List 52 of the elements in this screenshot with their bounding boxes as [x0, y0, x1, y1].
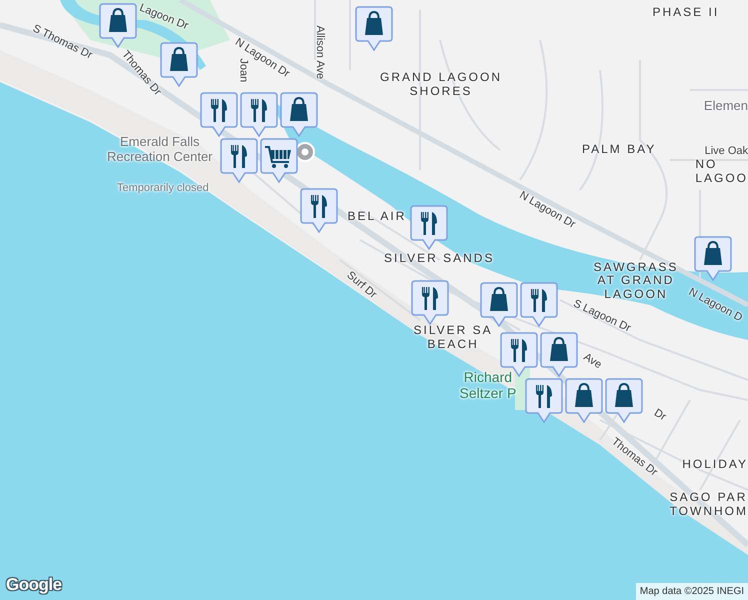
map-marker[interactable]	[160, 42, 198, 88]
map-marker[interactable]	[694, 236, 732, 282]
shopping-bag-icon	[365, 11, 383, 35]
area-label: PALM BAY	[582, 143, 656, 157]
fork-knife-icon	[511, 339, 527, 362]
map-marker[interactable]	[520, 282, 558, 328]
shopping-bag-icon	[109, 8, 127, 32]
area-label: SAGO PAR TOWNHOM	[670, 491, 748, 519]
fork-knife-icon	[251, 99, 267, 122]
shopping-bag-icon	[550, 337, 568, 361]
fork-knife-icon	[231, 145, 247, 168]
map-marker[interactable]	[220, 138, 258, 184]
street-label: Ave	[580, 350, 604, 372]
map-marker[interactable]	[280, 92, 318, 138]
shopping-bag-icon	[704, 241, 722, 265]
shopping-bag-icon	[490, 287, 508, 311]
fork-knife-icon	[531, 289, 547, 312]
shopping-bag-icon	[615, 383, 633, 407]
map-marker[interactable]	[540, 332, 578, 378]
street-label: Live Oak	[704, 144, 748, 158]
place-label: Elemen	[704, 98, 748, 114]
area-label: GRAND LAGOON SHORES	[380, 71, 502, 99]
fork-knife-icon	[421, 212, 437, 235]
map-marker[interactable]	[410, 205, 448, 251]
map-marker[interactable]	[525, 378, 563, 424]
fork-knife-icon	[211, 99, 227, 122]
area-label: BEL AIR	[348, 210, 406, 224]
area-label: NO LAGOO	[695, 158, 748, 186]
shopping-bag-icon	[170, 47, 188, 71]
map-marker[interactable]	[565, 378, 603, 424]
fork-knife-icon	[311, 195, 327, 218]
map-marker[interactable]	[355, 6, 393, 52]
street-label: Allison Ave	[313, 25, 326, 79]
map-marker[interactable]	[411, 280, 449, 326]
map-logo: Google	[6, 574, 62, 596]
fork-knife-icon	[422, 287, 438, 310]
map-marker[interactable]	[605, 378, 643, 424]
street-label: Dr	[652, 406, 668, 424]
shopping-cart-icon	[265, 146, 291, 168]
shopping-bag-icon	[575, 383, 593, 407]
map-marker[interactable]	[300, 188, 338, 234]
map-marker[interactable]	[240, 92, 278, 138]
area-label: SILVER SA BEACH	[414, 324, 493, 352]
area-label: PHASE II	[652, 6, 720, 20]
shopping-bag-icon	[290, 97, 308, 121]
map-marker[interactable]	[200, 92, 238, 138]
area-label: HOLIDAY	[682, 458, 748, 472]
map-attribution: Map data ©2025 INEGI	[636, 583, 748, 600]
map-marker[interactable]	[260, 138, 298, 184]
fork-knife-icon	[536, 385, 552, 408]
street-label: Surf Dr	[344, 268, 378, 301]
map-marker[interactable]	[99, 3, 137, 49]
